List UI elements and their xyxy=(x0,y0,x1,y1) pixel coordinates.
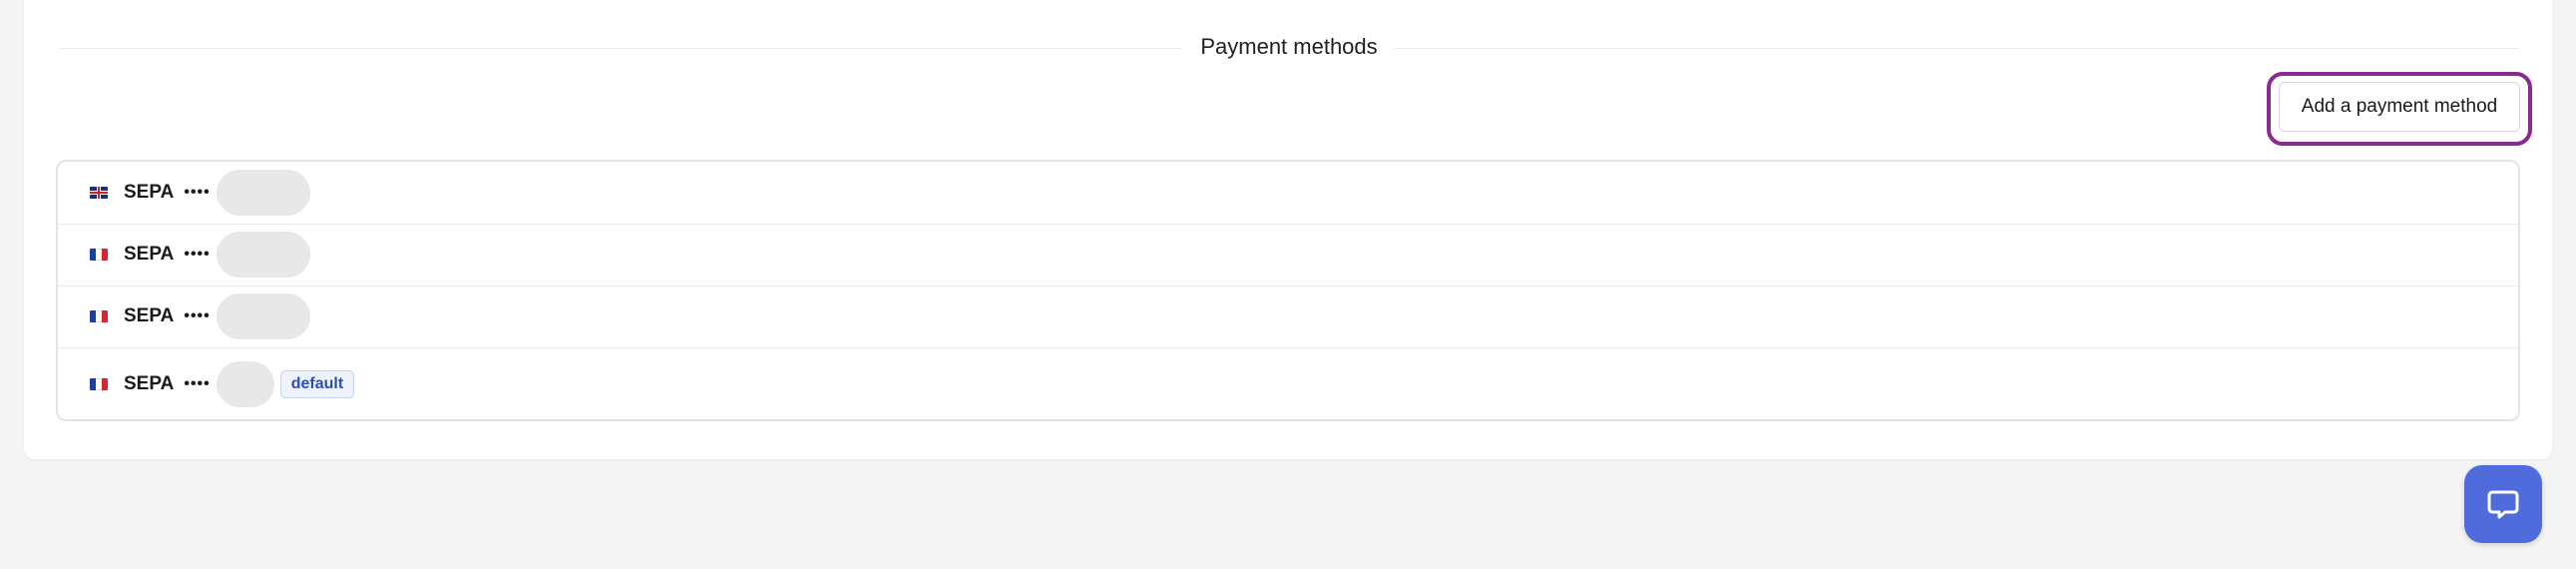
payment-method-row[interactable]: SEPA •••• default xyxy=(58,347,2518,421)
chat-widget-button[interactable] xyxy=(2464,465,2542,543)
redacted-number xyxy=(215,170,310,216)
masked-digits: •••• xyxy=(184,246,211,263)
payment-methods-header: Payment methods xyxy=(58,30,2520,64)
fr-flag-icon xyxy=(90,378,108,390)
chat-bubble-icon xyxy=(2487,490,2519,519)
masked-digits: •••• xyxy=(184,375,211,392)
payment-methods-list: SEPA •••• SEPA •••• SEPA •••• SEPA •••• … xyxy=(56,160,2520,421)
gb-flag-icon xyxy=(90,187,108,199)
masked-digits: •••• xyxy=(184,307,211,324)
payment-method-row[interactable]: SEPA •••• xyxy=(58,162,2518,225)
default-badge: default xyxy=(279,370,355,398)
payment-method-type: SEPA xyxy=(124,244,175,265)
payment-method-row[interactable]: SEPA •••• xyxy=(58,285,2518,348)
fr-flag-icon xyxy=(90,249,108,261)
section-title: Payment methods xyxy=(1182,34,1396,60)
payment-method-type: SEPA xyxy=(124,305,175,326)
redacted-number xyxy=(215,293,310,339)
redacted-number xyxy=(215,361,274,407)
redacted-number xyxy=(215,232,310,278)
payment-method-type: SEPA xyxy=(124,373,175,394)
payment-method-type: SEPA xyxy=(124,182,175,203)
fr-flag-icon xyxy=(90,310,108,322)
payment-method-row[interactable]: SEPA •••• xyxy=(58,224,2518,286)
add-payment-method-button[interactable]: Add a payment method xyxy=(2279,82,2520,132)
masked-digits: •••• xyxy=(184,184,211,201)
